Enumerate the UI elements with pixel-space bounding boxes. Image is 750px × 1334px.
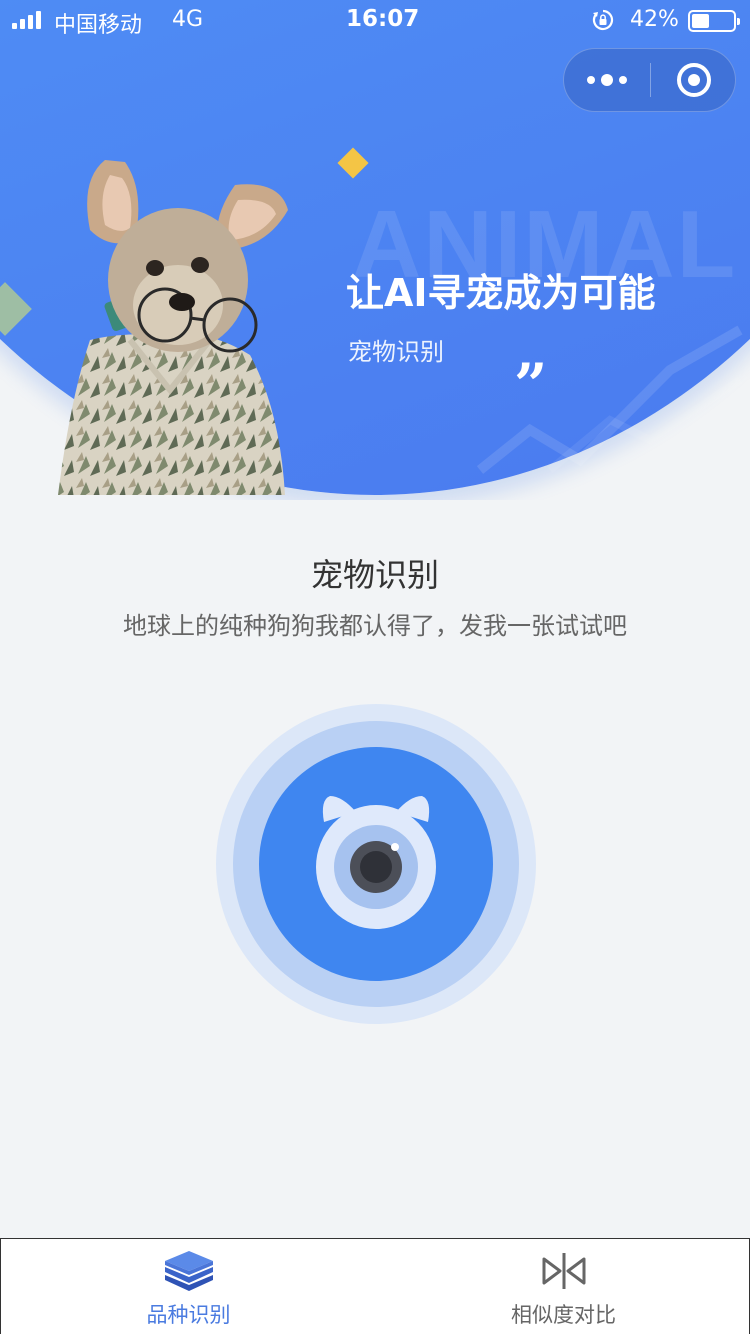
tab-label: 相似度对比 [511, 1303, 616, 1327]
battery-icon [688, 10, 740, 32]
tab-label: 品种识别 [146, 1303, 231, 1327]
tab-similarity-compare[interactable]: 相似度对比 [376, 1239, 750, 1334]
tab-breed-recognition[interactable]: 品种识别 [1, 1239, 376, 1334]
layers-icon [165, 1251, 213, 1291]
camera-lens-icon [316, 796, 436, 929]
status-bar: 中国移动 4G 16:07 42% [0, 0, 750, 40]
carrier-name: 中国移动 [54, 13, 143, 38]
target-ring-icon [677, 63, 711, 97]
more-menu-button[interactable] [564, 49, 650, 111]
bottom-tab-bar: 品种识别 相似度对比 [0, 1238, 750, 1334]
section-title: 宠物识别 [310, 556, 439, 594]
rotation-lock-icon [592, 9, 614, 31]
more-dot-icon [601, 74, 613, 86]
dog-with-glasses-illustration [58, 160, 288, 495]
network-type: 4G [172, 7, 204, 32]
section-description: 地球上的纯种狗狗我都认得了，发我一张试试吧 [123, 612, 627, 640]
decorative-lines [476, 325, 743, 474]
pet-recognition-page: ANIMAL 让AI寻宠成为可能 宠物识别 ” 中国移动 4G 16:07 42… [0, 0, 750, 1334]
hero-subtitle: 宠物识别 [348, 338, 444, 366]
more-dot-icon [587, 76, 595, 84]
status-time: 16:07 [346, 6, 420, 32]
quote-mark-icon: ” [514, 351, 548, 419]
battery-level [692, 14, 709, 28]
camera-scan-button[interactable] [216, 704, 536, 1024]
signal-strength-icon [12, 11, 41, 29]
miniprogram-capsule [563, 48, 736, 112]
compare-icon [542, 1253, 586, 1289]
battery-percent: 42% [630, 7, 679, 32]
more-dot-icon [619, 76, 627, 84]
hero-title: 让AI寻宠成为可能 [346, 271, 656, 315]
close-miniprogram-button[interactable] [651, 49, 737, 111]
